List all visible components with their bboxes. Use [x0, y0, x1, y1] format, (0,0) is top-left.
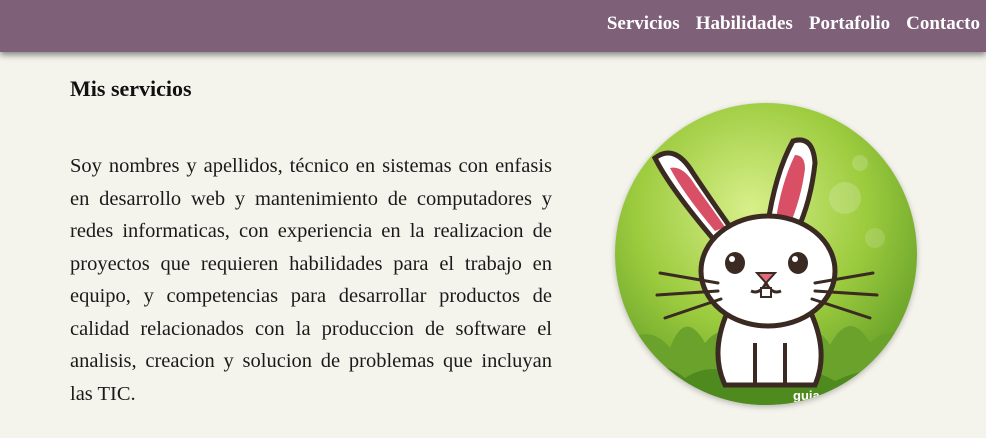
- nav-link-contacto[interactable]: Contacto: [906, 12, 980, 36]
- profile-image: guia: [615, 103, 917, 405]
- main-nav: Servicios Habilidades Portafolio Contact…: [607, 12, 980, 36]
- section-title: Mis servicios: [70, 76, 192, 101]
- rabbit-illustration-icon: guia: [615, 103, 917, 405]
- nav-link-servicios[interactable]: Servicios: [607, 12, 680, 36]
- top-navbar: Servicios Habilidades Portafolio Contact…: [0, 0, 986, 52]
- nav-link-portafolio[interactable]: Portafolio: [809, 12, 890, 36]
- nav-link-habilidades[interactable]: Habilidades: [696, 12, 793, 36]
- avatar-watermark: guia: [793, 388, 820, 403]
- services-description: Soy nombres y apellidos, técnico en sist…: [70, 155, 552, 405]
